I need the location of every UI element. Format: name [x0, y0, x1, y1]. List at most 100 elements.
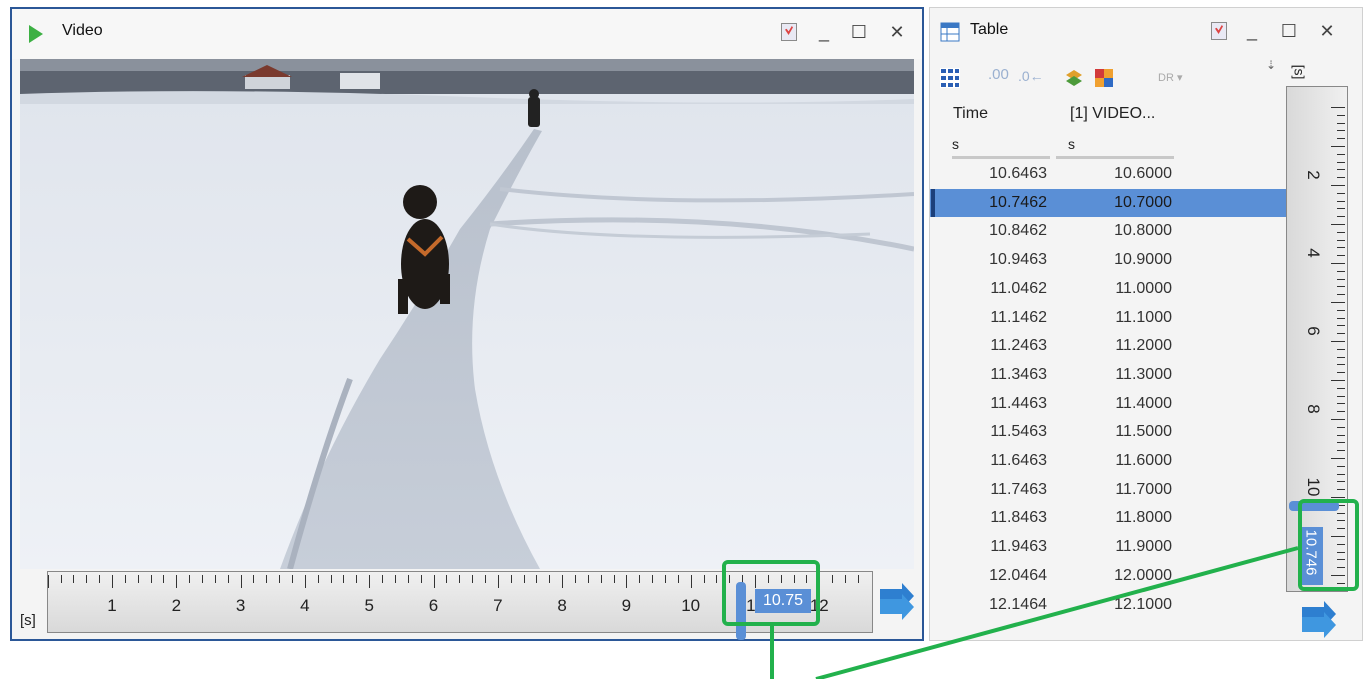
- vertical-unit-label: [s]: [1291, 64, 1308, 80]
- ruler-tick: [639, 575, 641, 583]
- grid-view-icon[interactable]: [940, 68, 960, 88]
- ruler-tick: [626, 575, 628, 588]
- layers-icon[interactable]: [1064, 68, 1084, 88]
- video-frame[interactable]: [20, 59, 914, 569]
- ruler-tick: [1337, 138, 1345, 140]
- cell-video-time: 12.1000: [1114, 595, 1172, 613]
- table-row[interactable]: 11.4463 11.4000: [930, 390, 1287, 419]
- table-row[interactable]: 11.0462 11.0000: [930, 275, 1287, 304]
- ruler-tick: [600, 575, 602, 583]
- table-row[interactable]: 11.7463 11.7000: [930, 476, 1287, 505]
- ruler-tick: [613, 575, 615, 583]
- cell-time: 10.6463: [989, 165, 1047, 182]
- ruler-tick-label: 9: [621, 596, 632, 615]
- cell-video-time: 11.1000: [1115, 308, 1172, 326]
- table-row[interactable]: 10.7462 10.7000: [930, 188, 1287, 218]
- ruler-tick: [664, 575, 666, 583]
- cell-video-time: 11.7000: [1115, 480, 1172, 498]
- column-header-video[interactable]: [1] VIDEO...: [1070, 105, 1155, 123]
- cell-time: 11.9463: [990, 538, 1047, 556]
- maximize-button[interactable]: ☐: [848, 22, 870, 42]
- forward-arrow-icon[interactable]: [878, 583, 916, 621]
- table-row[interactable]: 12.1464 12.1000: [930, 591, 1287, 620]
- ruler-tick: [369, 575, 371, 588]
- ruler-tick-label: 7: [493, 596, 503, 615]
- maximize-button[interactable]: ☐: [1278, 21, 1300, 41]
- cell-video-time: 11.9000: [1115, 538, 1172, 556]
- ruler-tick-label: 2: [171, 596, 182, 615]
- cell-video-time: 10.8000: [1114, 222, 1172, 240]
- ruler-tick: [1331, 419, 1345, 420]
- table-row[interactable]: 11.3463 11.3000: [930, 361, 1287, 390]
- forward-arrow-icon[interactable]: [1300, 601, 1338, 639]
- video-titlebar: Video _ ☐ ✕: [12, 9, 922, 59]
- ruler-tick: [1337, 426, 1345, 428]
- ruler-tick: [163, 575, 165, 583]
- time-unit-label: [s]: [20, 612, 36, 629]
- ruler-tick: [1331, 302, 1345, 303]
- color-table-icon[interactable]: [1094, 68, 1114, 88]
- ruler-tick-label: 8: [1304, 404, 1323, 414]
- column-unit-time: s: [952, 136, 959, 152]
- table-row[interactable]: 11.6463 11.6000: [930, 447, 1287, 476]
- ruler-tick: [1337, 177, 1345, 179]
- ruler-tick: [407, 575, 409, 583]
- table-row[interactable]: 10.6463 10.6000: [930, 160, 1287, 189]
- ruler-tick: [1337, 364, 1345, 366]
- close-button[interactable]: ✕: [886, 22, 908, 42]
- table-titlebar: Table _ ☐ ✕: [930, 8, 1362, 58]
- ruler-tick: [1337, 481, 1345, 483]
- column-header-time[interactable]: Time: [953, 105, 988, 123]
- cell-time: 12.1464: [989, 595, 1047, 613]
- row-marker: [931, 188, 935, 218]
- ruler-tick-label: 6: [428, 596, 439, 615]
- ruler-tick: [845, 575, 847, 583]
- ruler-tick: [1337, 294, 1345, 296]
- table-row[interactable]: 10.8462 10.8000: [930, 217, 1287, 246]
- table-row[interactable]: 11.8463 11.8000: [930, 504, 1287, 533]
- table-row[interactable]: 11.2463 11.2000: [930, 332, 1287, 361]
- ruler-tick: [60, 575, 62, 583]
- ruler-tick: [1337, 325, 1345, 327]
- ruler-tick: [1337, 286, 1345, 288]
- ruler-tick: [1331, 341, 1345, 342]
- ruler-tick: [1337, 317, 1345, 319]
- dr-dropdown[interactable]: DR ▾: [1158, 71, 1182, 84]
- table-row[interactable]: 10.9463 10.9000: [930, 246, 1287, 275]
- scroll-indicator[interactable]: ⇣: [1266, 58, 1276, 72]
- table-row[interactable]: 11.1462 11.1000: [930, 304, 1287, 333]
- checklist-icon[interactable]: [781, 23, 797, 41]
- ruler-tick-label: 10: [1304, 477, 1323, 497]
- ruler-tick: [497, 575, 499, 588]
- increase-decimals-icon[interactable]: .00: [988, 66, 1009, 83]
- close-button[interactable]: ✕: [1316, 21, 1338, 41]
- ruler-tick: [343, 575, 345, 583]
- ruler-tick: [1337, 231, 1345, 233]
- ruler-tick: [1337, 208, 1345, 210]
- cell-time: 10.7462: [989, 193, 1047, 211]
- minimize-button[interactable]: _: [1241, 21, 1263, 41]
- ruler-tick: [562, 575, 564, 588]
- table-row[interactable]: 11.5463 11.5000: [930, 418, 1287, 447]
- ruler-tick-label: 4: [1304, 248, 1323, 258]
- minimize-button[interactable]: _: [813, 22, 835, 42]
- ruler-tick: [124, 575, 126, 583]
- ruler-tick: [1331, 380, 1345, 381]
- callout-highlight-table-time: [1298, 499, 1359, 591]
- ruler-tick: [1337, 411, 1345, 413]
- decrease-decimals-icon[interactable]: .0←: [1018, 68, 1044, 84]
- cell-video-time: 11.0000: [1115, 279, 1172, 297]
- ruler-tick: [1331, 107, 1345, 108]
- cell-time: 11.1462: [990, 308, 1047, 326]
- ruler-tick: [1337, 192, 1345, 194]
- cell-video-time: 10.7000: [1114, 193, 1172, 211]
- ruler-tick: [1337, 169, 1345, 171]
- ruler-tick: [47, 575, 49, 588]
- table-row[interactable]: 11.9463 11.9000: [930, 533, 1287, 562]
- table-row[interactable]: 12.0464 12.0000: [930, 562, 1287, 591]
- checklist-icon[interactable]: [1211, 22, 1227, 40]
- ruler-tick: [137, 575, 139, 583]
- ruler-tick: [1337, 489, 1345, 491]
- ruler-tick: [202, 575, 204, 583]
- ruler-tick: [1331, 146, 1345, 147]
